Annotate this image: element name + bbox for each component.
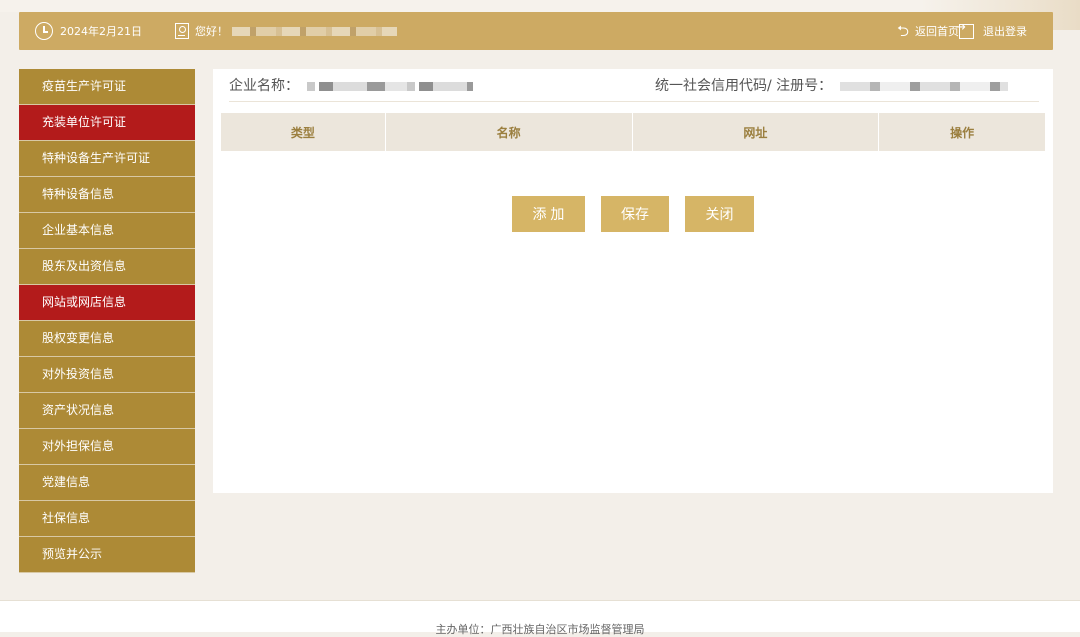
sidebar-menu: 疫苗生产许可证 充装单位许可证 特种设备生产许可证 特种设备信息 企业基本信息 …: [19, 69, 195, 573]
redacted-credit-code: [840, 81, 1009, 91]
sidebar-item-vaccine-license[interactable]: 疫苗生产许可证: [19, 69, 195, 105]
table-header-row: 类型 名称 网址 操作: [221, 113, 1045, 151]
sidebar-item-guarantee[interactable]: 对外担保信息: [19, 429, 195, 465]
add-button[interactable]: 添 加: [512, 196, 585, 232]
sidebar-item-party[interactable]: 党建信息: [19, 465, 195, 501]
redacted-company-name: [307, 81, 473, 91]
company-name-label: 企业名称：: [229, 78, 299, 94]
home-label: 返回首页: [915, 25, 959, 38]
sidebar-item-website[interactable]: 网站或网店信息: [19, 285, 195, 321]
credit-code: 统一社会信用代码/ 注册号：: [655, 75, 1009, 95]
sidebar-item-investment[interactable]: 对外投资信息: [19, 357, 195, 393]
logout-link[interactable]: 退出登录: [955, 12, 1027, 50]
home-link[interactable]: ⮌ 返回首页: [897, 12, 959, 50]
sidebar-item-basic-info[interactable]: 企业基本信息: [19, 213, 195, 249]
company-info-row: 企业名称： 统一社会信用代码/ 注册号：: [229, 74, 1039, 102]
column-url: 网址: [632, 113, 880, 151]
save-button[interactable]: 保存: [601, 196, 669, 232]
sidebar-item-special-equipment-info[interactable]: 特种设备信息: [19, 177, 195, 213]
close-button[interactable]: 关闭: [685, 196, 754, 232]
logout-icon: [955, 20, 974, 39]
date-display: 2024年2月21日: [35, 12, 142, 50]
sidebar-item-assets[interactable]: 资产状况信息: [19, 393, 195, 429]
top-strip: [0, 0, 1080, 12]
sidebar-item-preview-publish[interactable]: 预览并公示: [19, 537, 195, 573]
credit-code-label: 统一社会信用代码/ 注册号：: [655, 78, 833, 94]
sidebar-item-special-equipment-license[interactable]: 特种设备生产许可证: [19, 141, 195, 177]
greeting-text: 您好！: [195, 25, 228, 38]
clock-icon: [35, 22, 53, 40]
sidebar-item-filling-license[interactable]: 充装单位许可证: [19, 105, 195, 141]
sidebar-item-shareholders[interactable]: 股东及出资信息: [19, 249, 195, 285]
action-buttons: 添 加 保存 关闭: [512, 196, 754, 232]
footer: 主办单位：广西壮族自治区市场监督管理局: [0, 600, 1080, 636]
main-panel: 企业名称： 统一社会信用代码/ 注册号： 类型 名称 网址 操作 添 加 保存 …: [213, 69, 1053, 493]
date-text: 2024年2月21日: [60, 25, 142, 38]
top-header-bar: 2024年2月21日 您好！ ⮌ 返回首页 退出登录: [19, 12, 1053, 50]
sidebar-item-social-security[interactable]: 社保信息: [19, 501, 195, 537]
sidebar-item-equity-change[interactable]: 股权变更信息: [19, 321, 195, 357]
column-action: 操作: [878, 113, 1045, 151]
company-name: 企业名称：: [229, 75, 473, 95]
footer-text: 主办单位：广西壮族自治区市场监督管理局: [435, 623, 645, 636]
user-icon: [175, 23, 189, 39]
logout-label: 退出登录: [983, 25, 1027, 38]
column-name: 名称: [385, 113, 633, 151]
website-table: 类型 名称 网址 操作: [221, 113, 1045, 151]
column-type: 类型: [221, 113, 386, 151]
user-greeting: 您好！: [175, 12, 397, 50]
redacted-username: [232, 26, 397, 36]
back-arrow-icon: ⮌: [896, 21, 909, 40]
